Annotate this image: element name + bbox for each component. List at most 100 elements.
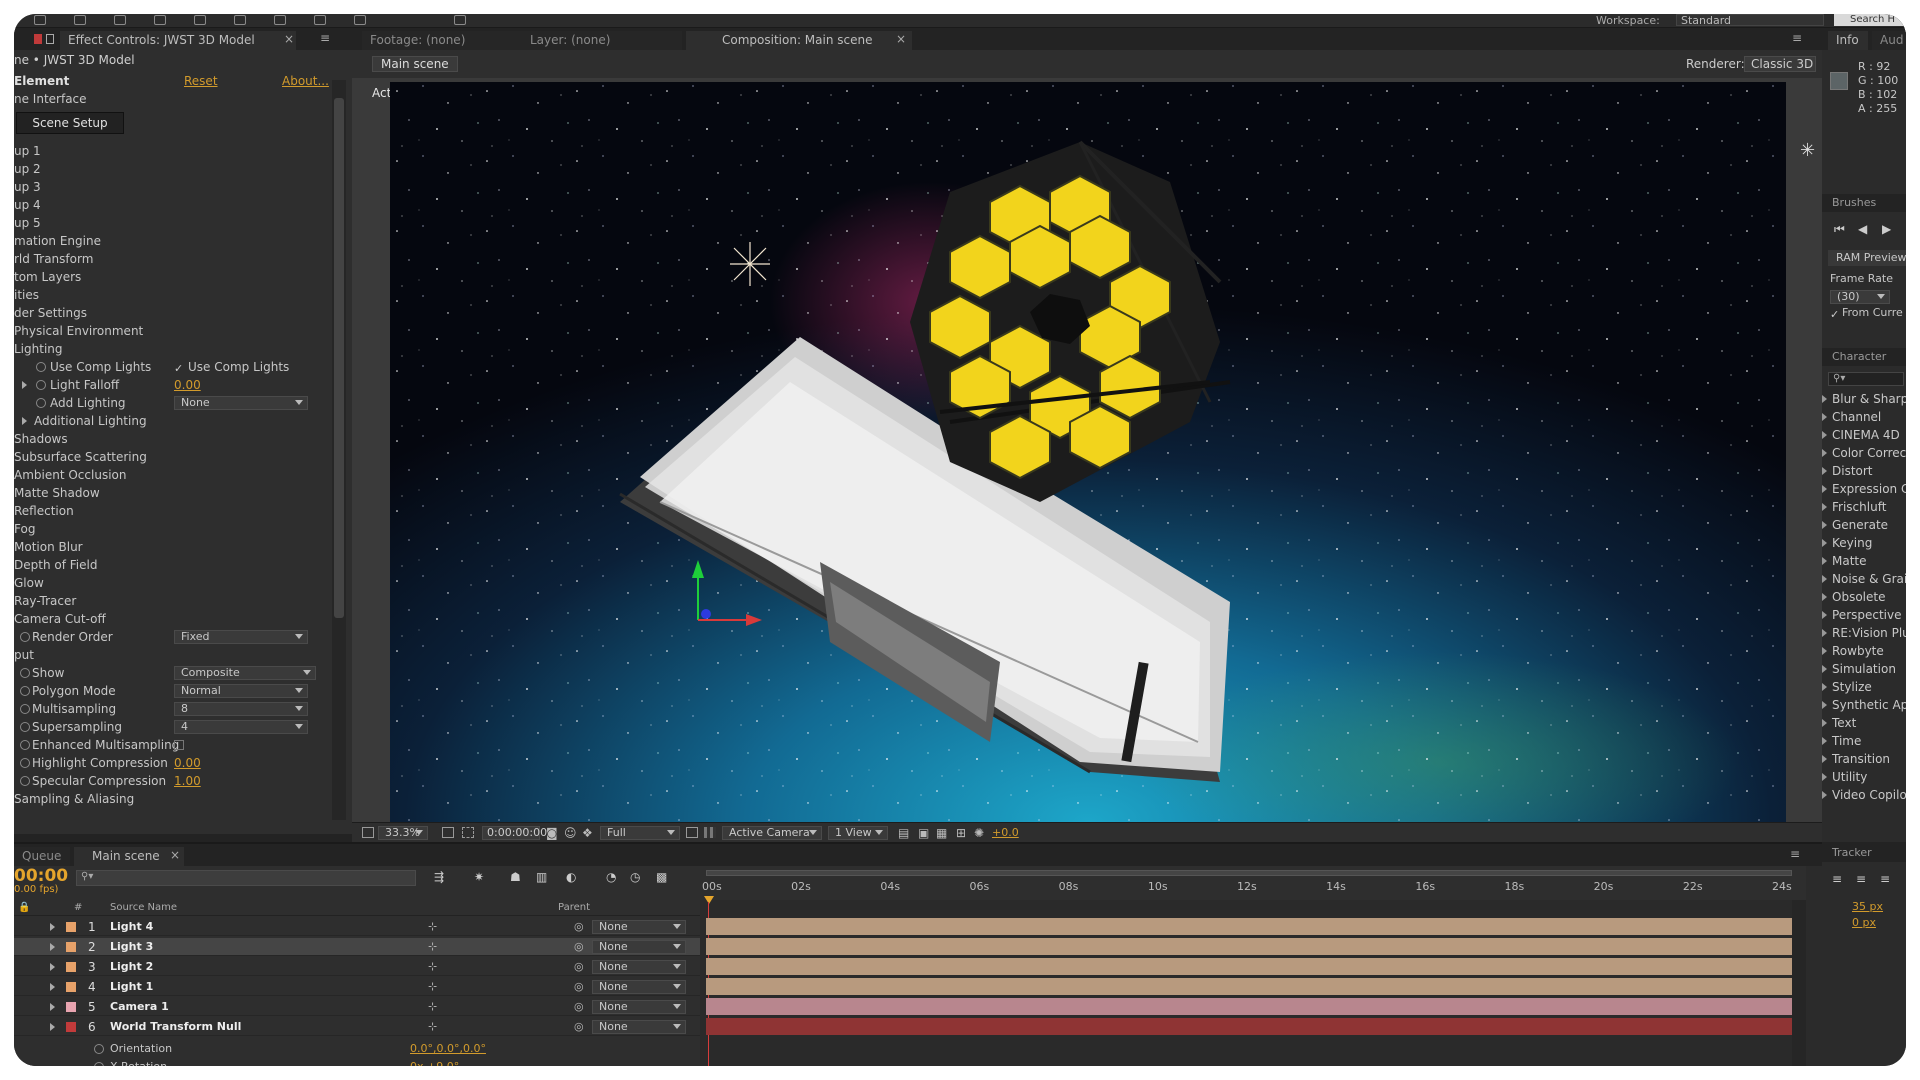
label-color-swatch[interactable] [66, 1022, 76, 1032]
tab-audio[interactable]: Aud [1872, 31, 1906, 50]
tab-character[interactable]: Character [1832, 350, 1886, 363]
section-item[interactable]: Reflection [14, 502, 74, 520]
layer-duration-bar[interactable] [706, 938, 1792, 955]
stopwatch-icon[interactable] [94, 1062, 104, 1066]
resolution-select[interactable]: Full [600, 826, 680, 840]
layer-row[interactable]: 4 Light 1 ⊹ ◎ None [14, 978, 700, 996]
tab-tracker[interactable]: Tracker [1832, 846, 1872, 859]
layer-duration-bar[interactable] [706, 978, 1792, 995]
section-item[interactable]: Subsurface Scattering [14, 448, 147, 466]
time-ruler[interactable]: 00s 02s 04s 06s 08s 10s 12s 14s 16s 18s 20s 22s 24s [700, 866, 1806, 900]
parent-select[interactable]: None [592, 980, 686, 994]
camera-icon[interactable]: ◙ [546, 826, 558, 840]
layer-name[interactable]: Light 1 [110, 978, 153, 996]
multisampling-select[interactable]: 8 [174, 702, 308, 716]
group-item[interactable]: Physical Environment [14, 322, 143, 340]
pan-tool-icon[interactable] [234, 15, 246, 25]
pick-whip-icon[interactable]: ◎ [574, 958, 584, 976]
layer-row[interactable]: 5 Camera 1 ⊹ ◎ None [14, 998, 700, 1016]
light-falloff-value[interactable]: 0.00 [174, 376, 201, 394]
fx-category[interactable]: Time [1822, 732, 1861, 750]
polygon-mode-select[interactable]: Normal [174, 684, 308, 698]
output-section[interactable]: put [14, 646, 34, 664]
switch-icon[interactable]: ⊹ [428, 1018, 437, 1036]
tab-render-queue[interactable]: Queue [14, 847, 70, 866]
search-icon[interactable]: ⚲▾ [76, 870, 416, 886]
layer-row[interactable]: 6 World Transform Null ⊹ ◎ None [14, 1018, 700, 1036]
fx-category[interactable]: Video Copilo [1822, 786, 1906, 804]
lock-icon[interactable]: 🔒 [18, 902, 30, 913]
scene-setup-button[interactable]: Scene Setup [16, 112, 124, 134]
fx-category[interactable]: Obsolete [1822, 588, 1885, 606]
fx-category[interactable]: Synthetic Ap [1822, 696, 1906, 714]
switch-icon[interactable]: ⊹ [428, 938, 437, 956]
hand-tool-icon[interactable] [74, 15, 86, 25]
group-item[interactable]: up 2 [14, 160, 41, 178]
align-right-icon[interactable]: ≡ [1880, 872, 1890, 886]
current-time-field[interactable]: 0:00:00:00 [482, 826, 547, 840]
fx-category[interactable]: Stylize [1822, 678, 1872, 696]
close-icon[interactable]: × [170, 848, 180, 862]
section-item[interactable]: Depth of Field [14, 556, 97, 574]
stopwatch-icon[interactable] [36, 398, 46, 408]
group-item[interactable]: rld Transform [14, 250, 93, 268]
expand-icon[interactable] [50, 983, 55, 991]
stopwatch-icon[interactable] [20, 704, 30, 714]
stopwatch-icon[interactable] [20, 776, 30, 786]
group-item[interactable]: up 4 [14, 196, 41, 214]
fx-category[interactable]: RE:Vision Plu [1822, 624, 1906, 642]
expand-icon[interactable] [50, 1023, 55, 1031]
layer-duration-bar[interactable] [706, 918, 1792, 935]
stopwatch-icon[interactable] [94, 1044, 104, 1054]
puppet-tool-icon[interactable] [454, 15, 466, 25]
label-color-swatch[interactable] [66, 942, 76, 952]
parent-select[interactable]: None [592, 1000, 686, 1014]
workspace-select[interactable]: Standard [1676, 14, 1824, 26]
switch-icon[interactable]: ⊹ [428, 958, 437, 976]
expand-icon[interactable] [50, 923, 55, 931]
section-item[interactable]: Ray-Tracer [14, 592, 76, 610]
menu-icon[interactable]: ≡ [320, 31, 330, 45]
col-parent[interactable]: Parent [558, 902, 590, 913]
brainstorm-icon[interactable]: ◷ [630, 870, 640, 884]
show-select[interactable]: Composite [174, 666, 316, 680]
section-item[interactable]: Glow [14, 574, 44, 592]
person-icon[interactable]: ☺ [564, 826, 577, 840]
fx-category[interactable]: Blur & Sharpe [1822, 390, 1906, 408]
comp-mini-flowchart-icon[interactable]: ⇶ [434, 870, 444, 884]
layer-name[interactable]: Light 4 [110, 918, 153, 936]
tab-brushes[interactable]: Brushes [1832, 196, 1876, 209]
label-color-swatch[interactable] [66, 922, 76, 932]
shy-icon[interactable]: ☗ [510, 870, 521, 884]
first-frame-icon[interactable]: ⏮ [1834, 222, 1845, 237]
fx-category[interactable]: Simulation [1822, 660, 1896, 678]
render-order-select[interactable]: Fixed [174, 630, 308, 644]
align-left-icon[interactable]: ≡ [1832, 872, 1842, 886]
parent-select[interactable]: None [592, 960, 686, 974]
zoom-tool-icon[interactable] [114, 15, 126, 25]
layer-row[interactable]: 3 Light 2 ⊹ ◎ None [14, 958, 700, 976]
align-center-icon[interactable]: ≡ [1856, 872, 1866, 886]
draft-3d-icon[interactable]: ✷ [474, 870, 484, 884]
sampling-aliasing-item[interactable]: Sampling & Aliasing [14, 790, 134, 808]
tab-composition[interactable]: Composition: Main scene [686, 31, 912, 50]
region-icon[interactable] [462, 827, 474, 838]
group-item[interactable]: up 1 [14, 142, 41, 160]
menu-icon[interactable]: ≡ [1790, 847, 1800, 861]
zoom-select[interactable]: 33.3% [378, 826, 428, 840]
stopwatch-icon[interactable] [20, 758, 30, 768]
about-link[interactable]: About... [282, 72, 329, 90]
supersampling-select[interactable]: 4 [174, 720, 308, 734]
fx-category[interactable]: CINEMA 4D [1822, 426, 1900, 444]
tab-info[interactable]: Info [1828, 31, 1868, 50]
graph-editor-icon[interactable]: ◔ [606, 870, 616, 884]
expand-icon[interactable] [22, 417, 27, 425]
grid-icon[interactable] [442, 827, 454, 838]
switch-icon[interactable]: ⊹ [428, 918, 437, 936]
timeline-icon[interactable]: ▦ [936, 826, 947, 840]
group-item[interactable]: Lighting [14, 340, 63, 358]
specular-compression-value[interactable]: 1.00 [174, 772, 201, 790]
label-color-swatch[interactable] [66, 962, 76, 972]
toggle-pixel-aspect-icon[interactable]: ▤ [898, 826, 909, 840]
search-icon[interactable]: ⚲▾ [1828, 372, 1904, 386]
